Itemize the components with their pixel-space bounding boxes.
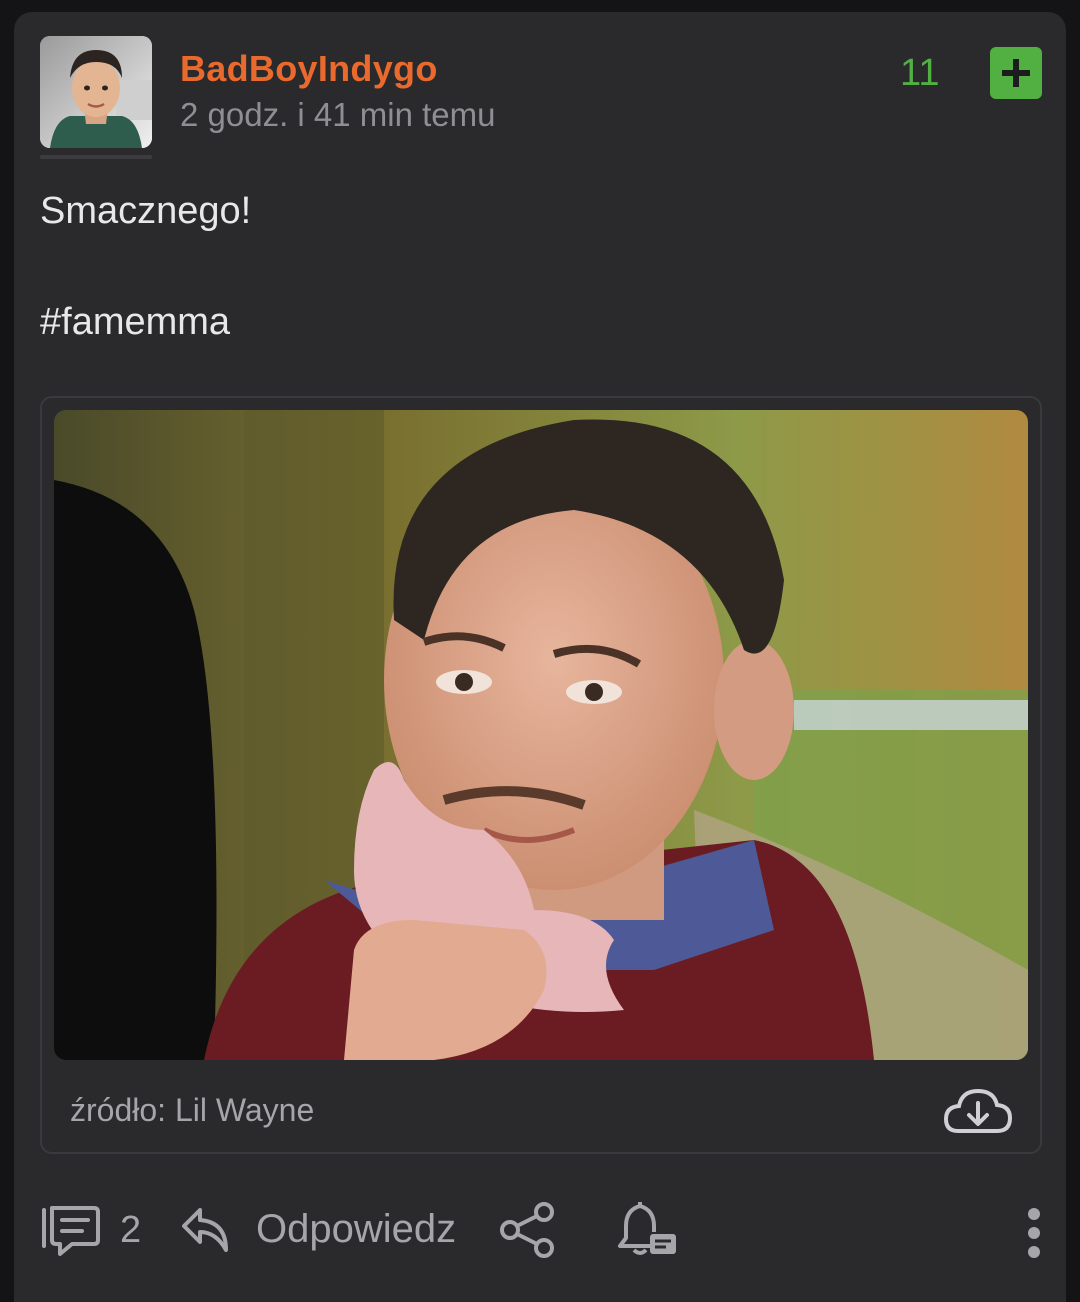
share-button[interactable] <box>498 1200 558 1260</box>
post-hashtag[interactable]: #famemma <box>40 301 230 344</box>
post-timestamp[interactable]: 2 godz. i 41 min temu <box>180 96 496 134</box>
media-source-label[interactable]: źródło: Lil Wayne <box>70 1092 314 1129</box>
vote-count: 11 <box>900 52 940 94</box>
post-text-line: Smacznego! <box>40 190 252 232</box>
notify-button[interactable] <box>616 1198 678 1260</box>
post-image[interactable] <box>54 410 1028 1060</box>
author-name[interactable]: BadBoyIndygo <box>180 48 438 90</box>
comments-count: 2 <box>120 1208 142 1251</box>
post-card: BadBoyIndygo 2 godz. i 41 min temu 11 Sm… <box>14 12 1066 1302</box>
plus-icon <box>1002 59 1030 87</box>
more-button[interactable] <box>1026 1208 1042 1258</box>
comments-icon <box>42 1206 100 1256</box>
upvote-button[interactable] <box>990 47 1042 99</box>
share-icon <box>500 1202 554 1258</box>
reply-label: Odpowiedz <box>256 1206 457 1251</box>
more-vertical-icon <box>1028 1208 1040 1258</box>
comments-button[interactable]: 2 <box>38 1202 141 1258</box>
reply-button[interactable]: Odpowiedz <box>180 1202 456 1256</box>
reply-icon <box>182 1208 228 1252</box>
bell-comment-icon <box>618 1202 676 1255</box>
cloud-download-icon[interactable] <box>942 1085 1014 1137</box>
avatar-underline <box>40 155 152 159</box>
media-embed: źródło: Lil Wayne <box>40 396 1042 1154</box>
avatar[interactable] <box>40 36 152 148</box>
